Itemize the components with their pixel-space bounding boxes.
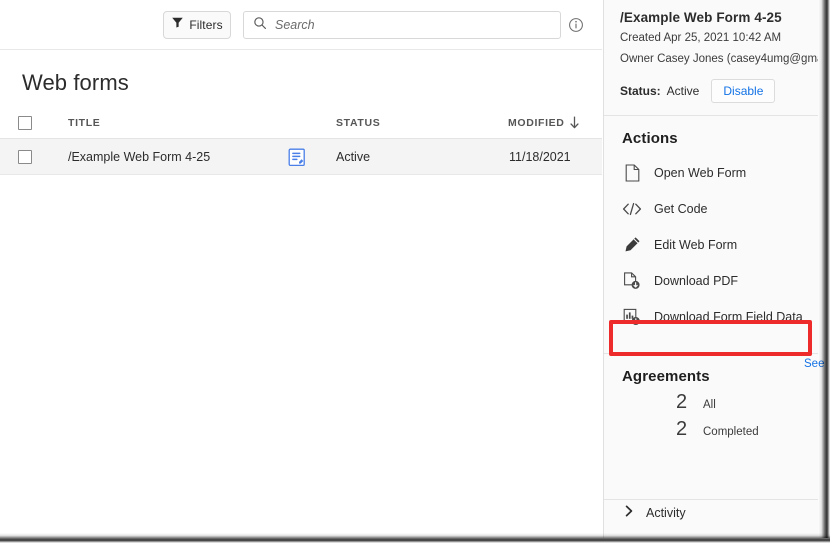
column-header-modified[interactable]: MODIFIED <box>508 117 565 129</box>
details-owner: Owner Casey Jones (casey4umg@gmail.com) <box>620 53 818 65</box>
activity-section-toggle[interactable]: Activity <box>604 500 818 526</box>
toolbar: Filters <box>0 0 602 50</box>
select-all-checkbox[interactable] <box>18 116 32 130</box>
row-checkbox[interactable] <box>18 150 32 164</box>
status-value: Active <box>666 84 700 98</box>
action-open-web-form[interactable]: Open Web Form <box>604 155 818 191</box>
funnel-icon <box>171 16 184 34</box>
search-box[interactable] <box>243 11 561 39</box>
agreements-list: 2 All 2 Completed <box>604 391 818 445</box>
filters-label: Filters <box>189 18 223 32</box>
table-row[interactable]: /Example Web Form 4-25 Active 11/18/2021 <box>0 139 602 175</box>
agreement-stat-completed[interactable]: 2 Completed <box>604 418 818 445</box>
action-download-form-field-data[interactable]: Download Form Field Data <box>604 299 818 335</box>
actions-list: Open Web Form Get Code Edit Web Form Dow… <box>604 155 818 335</box>
agreement-label: Completed <box>703 426 759 438</box>
web-forms-main-panel: Filters Web forms <box>0 0 602 538</box>
row-status: Active <box>336 150 371 164</box>
details-panel: /Example Web Form 4-25 Created Apr 25, 2… <box>603 0 818 538</box>
activity-label: Activity <box>646 506 686 520</box>
column-header-title[interactable]: TITLE <box>68 117 100 129</box>
action-label: Open Web Form <box>654 166 747 180</box>
agreement-count: 2 <box>676 391 688 413</box>
app-window: Filters Web forms <box>0 0 830 543</box>
status-label: Status: <box>620 84 661 98</box>
page-title: Web forms <box>22 70 129 95</box>
action-edit-web-form[interactable]: Edit Web Form <box>604 227 818 263</box>
action-label: Edit Web Form <box>654 238 738 252</box>
web-forms-table: TITLE STATUS MODIFIED /Example Web Form … <box>0 108 602 175</box>
action-label: Get Code <box>654 202 708 216</box>
actions-heading: Actions <box>622 130 678 147</box>
disable-button[interactable]: Disable <box>711 79 776 103</box>
agreement-label: All <box>703 399 716 411</box>
column-header-status[interactable]: STATUS <box>336 117 380 129</box>
row-modified: 11/18/2021 <box>509 150 571 164</box>
page-edge-shadow-right <box>818 0 830 538</box>
info-circle-icon[interactable] <box>568 17 584 38</box>
action-get-code[interactable]: Get Code <box>604 191 818 227</box>
arrow-down-icon[interactable] <box>568 115 581 135</box>
search-input[interactable] <box>275 18 545 32</box>
details-created: Created Apr 25, 2021 10:42 AM <box>620 32 782 44</box>
document-icon <box>622 163 642 183</box>
pencil-icon <box>622 235 642 255</box>
download-pdf-icon <box>622 271 642 291</box>
code-brackets-icon <box>622 199 642 219</box>
web-form-document-icon <box>288 148 306 172</box>
divider <box>604 353 818 354</box>
download-form-data-icon <box>622 307 642 327</box>
divider <box>604 115 818 116</box>
details-header: /Example Web Form 4-25 Created Apr 25, 2… <box>604 0 818 67</box>
details-title: /Example Web Form 4-25 <box>620 10 782 25</box>
filters-button[interactable]: Filters <box>163 11 231 39</box>
action-label: Download Form Field Data <box>654 310 803 324</box>
page-edge-shadow-bottom <box>0 533 830 543</box>
chevron-right-icon <box>624 504 635 522</box>
search-icon <box>253 16 267 35</box>
agreement-count: 2 <box>676 418 688 440</box>
status-row: Status: Active Disable <box>620 79 818 103</box>
table-header-row: TITLE STATUS MODIFIED <box>0 108 602 139</box>
action-download-pdf[interactable]: Download PDF <box>604 263 818 299</box>
row-title[interactable]: /Example Web Form 4-25 <box>68 150 210 164</box>
agreements-heading: Agreements <box>622 368 710 385</box>
agreement-stat-all[interactable]: 2 All <box>604 391 818 418</box>
action-label: Download PDF <box>654 274 739 288</box>
